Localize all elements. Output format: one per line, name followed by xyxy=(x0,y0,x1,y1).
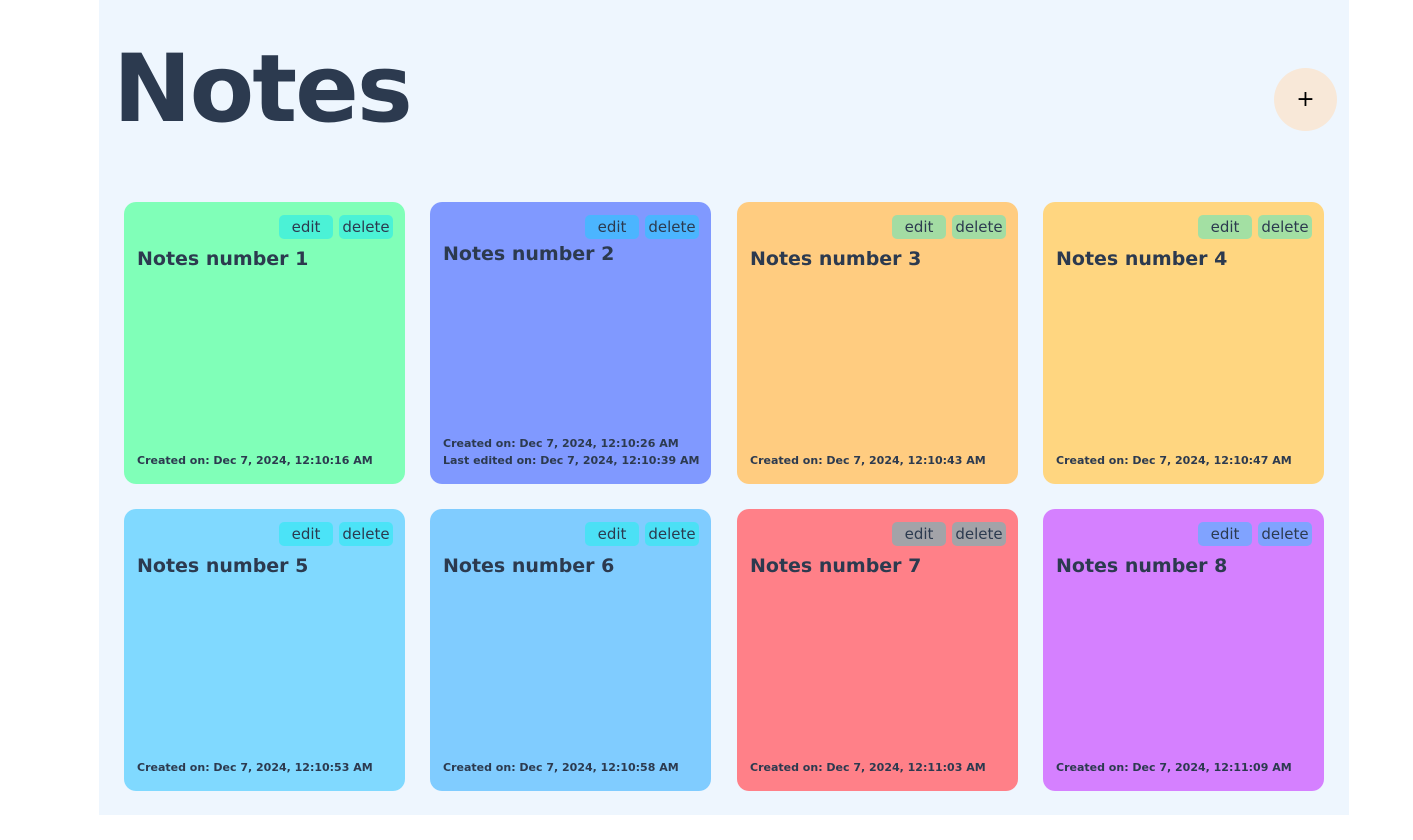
edit-button[interactable]: edit xyxy=(279,522,333,546)
note-card: edit delete Notes number 7 Created on: D… xyxy=(737,509,1018,791)
note-actions: edit delete xyxy=(585,215,699,239)
add-note-button[interactable]: + xyxy=(1274,68,1337,131)
note-actions: edit delete xyxy=(892,522,1006,546)
note-created-date: Created on: Dec 7, 2024, 12:11:03 AM xyxy=(750,761,986,774)
note-title: Notes number 5 xyxy=(137,555,309,577)
note-title: Notes number 4 xyxy=(1056,248,1228,270)
note-actions: edit delete xyxy=(1198,215,1312,239)
edit-button[interactable]: edit xyxy=(279,215,333,239)
note-card: edit delete Notes number 3 Created on: D… xyxy=(737,202,1018,484)
note-title: Notes number 7 xyxy=(750,555,922,577)
delete-button[interactable]: delete xyxy=(1258,522,1312,546)
delete-button[interactable]: delete xyxy=(952,522,1006,546)
note-meta: Created on: Dec 7, 2024, 12:11:09 AM xyxy=(1056,759,1292,776)
note-created-date: Created on: Dec 7, 2024, 12:10:43 AM xyxy=(750,454,986,467)
note-created-date: Created on: Dec 7, 2024, 12:11:09 AM xyxy=(1056,761,1292,774)
edit-button[interactable]: edit xyxy=(1198,522,1252,546)
note-edited-date: Last edited on: Dec 7, 2024, 12:10:39 AM xyxy=(443,454,700,467)
edit-button[interactable]: edit xyxy=(1198,215,1252,239)
note-created-date: Created on: Dec 7, 2024, 12:10:26 AM xyxy=(443,437,679,450)
note-title: Notes number 2 xyxy=(443,243,615,265)
note-meta: Created on: Dec 7, 2024, 12:10:47 AM xyxy=(1056,452,1292,469)
note-meta: Created on: Dec 7, 2024, 12:10:43 AM xyxy=(750,452,986,469)
note-meta: Created on: Dec 7, 2024, 12:10:58 AM xyxy=(443,759,679,776)
notes-page: Notes + edit delete Notes number 1 Creat… xyxy=(99,0,1349,815)
note-actions: edit delete xyxy=(279,522,393,546)
note-actions: edit delete xyxy=(585,522,699,546)
note-title: Notes number 1 xyxy=(137,248,309,270)
note-meta: Created on: Dec 7, 2024, 12:10:16 AM xyxy=(137,452,373,469)
note-card: edit delete Notes number 1 Created on: D… xyxy=(124,202,405,484)
note-actions: edit delete xyxy=(1198,522,1312,546)
delete-button[interactable]: delete xyxy=(645,522,699,546)
edit-button[interactable]: edit xyxy=(892,215,946,239)
delete-button[interactable]: delete xyxy=(1258,215,1312,239)
delete-button[interactable]: delete xyxy=(952,215,1006,239)
note-meta: Created on: Dec 7, 2024, 12:10:26 AM Las… xyxy=(443,435,699,469)
note-actions: edit delete xyxy=(279,215,393,239)
edit-button[interactable]: edit xyxy=(585,215,639,239)
edit-button[interactable]: edit xyxy=(892,522,946,546)
page-title: Notes xyxy=(113,35,413,144)
note-card: edit delete Notes number 4 Created on: D… xyxy=(1043,202,1324,484)
note-actions: edit delete xyxy=(892,215,1006,239)
delete-button[interactable]: delete xyxy=(339,215,393,239)
delete-button[interactable]: delete xyxy=(339,522,393,546)
note-created-date: Created on: Dec 7, 2024, 12:10:47 AM xyxy=(1056,454,1292,467)
note-card: edit delete Notes number 8 Created on: D… xyxy=(1043,509,1324,791)
edit-button[interactable]: edit xyxy=(585,522,639,546)
delete-button[interactable]: delete xyxy=(645,215,699,239)
note-created-date: Created on: Dec 7, 2024, 12:10:58 AM xyxy=(443,761,679,774)
note-title: Notes number 6 xyxy=(443,555,615,577)
note-created-date: Created on: Dec 7, 2024, 12:10:53 AM xyxy=(137,761,373,774)
note-card: edit delete Notes number 2 Created on: D… xyxy=(430,202,711,484)
note-title: Notes number 8 xyxy=(1056,555,1228,577)
note-card: edit delete Notes number 5 Created on: D… xyxy=(124,509,405,791)
note-created-date: Created on: Dec 7, 2024, 12:10:16 AM xyxy=(137,454,373,467)
note-meta: Created on: Dec 7, 2024, 12:10:53 AM xyxy=(137,759,373,776)
note-title: Notes number 3 xyxy=(750,248,922,270)
note-card: edit delete Notes number 6 Created on: D… xyxy=(430,509,711,791)
note-meta: Created on: Dec 7, 2024, 12:11:03 AM xyxy=(750,759,986,776)
